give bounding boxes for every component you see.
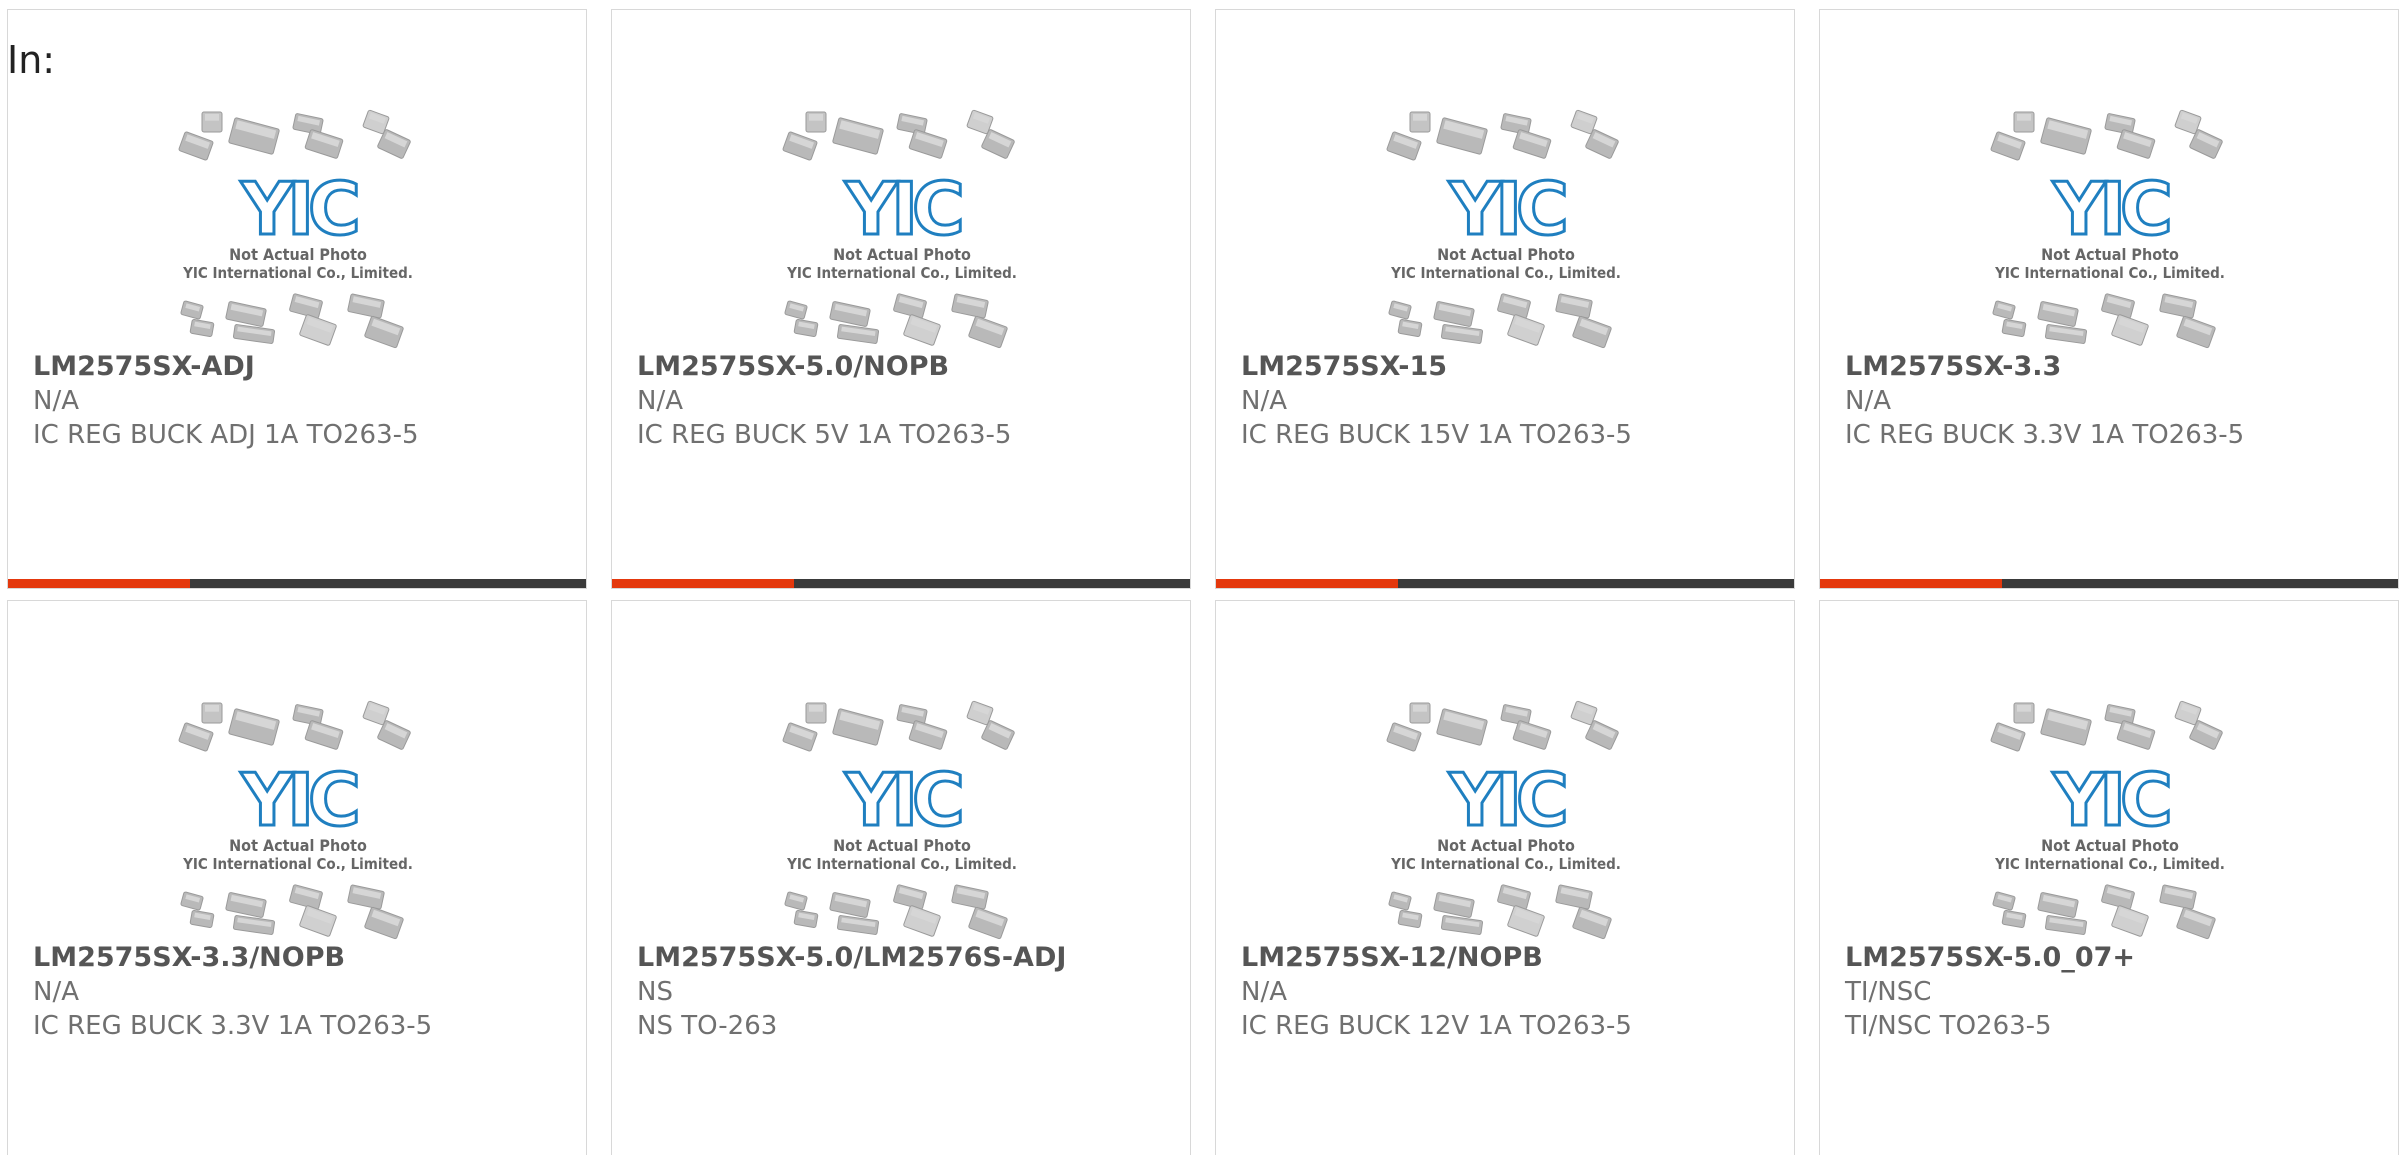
description: IC REG BUCK 15V 1A TO263-5 — [1241, 420, 1632, 450]
placeholder-image: YICNot Actual PhotoYIC International Co.… — [782, 109, 1017, 349]
product-card[interactable]: YIC Not Actual Photo YIC International Co.… — [1819, 9, 2399, 589]
description: IC REG BUCK 12V 1A TO263-5 — [1241, 1011, 1632, 1041]
product-thumbnail[interactable]: YIC Not Actual Photo YIC International Co.… — [1970, 92, 2250, 352]
svg-text:YIC International Co., Limited: YIC International Co., Limited. — [1994, 264, 2225, 282]
product-thumbnail[interactable]: YIC Not Actual Photo YIC International Co.… — [158, 683, 438, 943]
product-thumbnail[interactable]: YIC Not Actual Photo YIC International Co.… — [762, 683, 1042, 943]
svg-text:YIC International Co., Limited: YIC International Co., Limited. — [182, 264, 413, 282]
placeholder-image: YICNot Actual PhotoYIC International Co.… — [1386, 700, 1621, 940]
product-info: LM2575SX-12/NOPB N/A IC REG BUCK 12V 1A … — [1241, 941, 1781, 1043]
product-info: LM2575SX-15 N/A IC REG BUCK 15V 1A TO263… — [1241, 350, 1781, 452]
svg-text:Not Actual Photo: Not Actual Photo — [1437, 245, 1575, 264]
part-number-link[interactable]: LM2575SX-ADJ — [33, 350, 573, 384]
svg-text:Not Actual Photo: Not Actual Photo — [833, 245, 971, 264]
placeholder-image: YICNot Actual PhotoYIC International Co.… — [178, 700, 413, 940]
description: TI/NSC TO263-5 — [1845, 1011, 2052, 1041]
product-card[interactable]: YIC Not Actual Photo YIC International Co.… — [1215, 9, 1795, 589]
product-info: LM2575SX-5.0/NOPB N/A IC REG BUCK 5V 1A … — [637, 350, 1177, 452]
svg-text:YIC: YIC — [1448, 758, 1565, 842]
description: NS TO-263 — [637, 1011, 778, 1041]
part-number-link[interactable]: LM2575SX-5.0/NOPB — [637, 350, 1177, 384]
product-thumbnail[interactable]: YIC Not Actual Photo YIC International Co.… — [1366, 683, 1646, 943]
product-thumbnail[interactable]: YIC Not Actual Photo YIC International Co.… — [158, 92, 438, 352]
part-number-link[interactable]: LM2575SX-3.3/NOPB — [33, 941, 573, 975]
svg-text:Not Actual Photo: Not Actual Photo — [2041, 836, 2179, 855]
product-info: LM2575SX-3.3 N/A IC REG BUCK 3.3V 1A TO2… — [1845, 350, 2385, 452]
card-accent-bar — [1820, 579, 2398, 588]
product-grid: YIC Not Actual Photo YIC International Co.… — [7, 9, 2399, 1155]
manufacturer: N/A — [33, 977, 79, 1007]
manufacturer: N/A — [33, 386, 79, 416]
filter-label: In: — [7, 38, 56, 82]
svg-text:YIC: YIC — [2052, 758, 2169, 842]
svg-text:YIC: YIC — [240, 758, 357, 842]
placeholder-image: YICNot Actual PhotoYIC International Co.… — [1386, 109, 1621, 349]
card-accent-bar — [8, 579, 586, 588]
description: IC REG BUCK 3.3V 1A TO263-5 — [33, 1011, 433, 1041]
description: IC REG BUCK 5V 1A TO263-5 — [637, 420, 1012, 450]
manufacturer: N/A — [1241, 977, 1287, 1007]
placeholder-image: YICNot Actual PhotoYIC International Co.… — [1990, 700, 2225, 940]
svg-text:YIC International Co., Limited: YIC International Co., Limited. — [786, 855, 1017, 873]
svg-text:YIC International Co., Limited: YIC International Co., Limited. — [1390, 855, 1621, 873]
svg-text:YIC: YIC — [844, 167, 961, 251]
svg-text:YIC: YIC — [240, 167, 357, 251]
placeholder-image: YICNot Actual PhotoYIC International Co.… — [1990, 109, 2225, 349]
manufacturer: TI/NSC — [1845, 977, 1932, 1007]
placeholder-image: YICNot Actual PhotoYIC International Co.… — [782, 700, 1017, 940]
product-card[interactable]: YIC Not Actual Photo YIC International Co.… — [611, 600, 1191, 1155]
product-info: LM2575SX-ADJ N/A IC REG BUCK ADJ 1A TO26… — [33, 350, 573, 452]
manufacturer: N/A — [1241, 386, 1287, 416]
product-card[interactable]: YIC Not Actual Photo YIC International Co.… — [7, 600, 587, 1155]
part-number-link[interactable]: LM2575SX-5.0/LM2576S-ADJ — [637, 941, 1177, 975]
card-accent-bar — [612, 579, 1190, 588]
product-card[interactable]: YIC Not Actual Photo YIC International Co.… — [1819, 600, 2399, 1155]
product-thumbnail[interactable]: YIC Not Actual Photo YIC International Co.… — [762, 92, 1042, 352]
svg-text:Not Actual Photo: Not Actual Photo — [1437, 836, 1575, 855]
part-number-link[interactable]: LM2575SX-12/NOPB — [1241, 941, 1781, 975]
svg-text:YIC International Co., Limited: YIC International Co., Limited. — [182, 855, 413, 873]
product-card[interactable]: YIC Not Actual Photo YIC International Co.… — [7, 9, 587, 589]
svg-text:YIC: YIC — [2052, 167, 2169, 251]
product-thumbnail[interactable]: YIC Not Actual Photo YIC International Co.… — [1970, 683, 2250, 943]
product-info: LM2575SX-5.0/LM2576S-ADJ NS NS TO-263 — [637, 941, 1177, 1043]
svg-text:YIC International Co., Limited: YIC International Co., Limited. — [1390, 264, 1621, 282]
product-info: LM2575SX-3.3/NOPB N/A IC REG BUCK 3.3V 1… — [33, 941, 573, 1043]
description: IC REG BUCK 3.3V 1A TO263-5 — [1845, 420, 2245, 450]
product-card[interactable]: YIC Not Actual Photo YIC International Co.… — [611, 9, 1191, 589]
placeholder-image: YICNot Actual PhotoYIC International Co.… — [178, 109, 413, 349]
svg-text:YIC International Co., Limited: YIC International Co., Limited. — [786, 264, 1017, 282]
svg-text:Not Actual Photo: Not Actual Photo — [833, 836, 971, 855]
part-number-link[interactable]: LM2575SX-5.0_07+ — [1845, 941, 2385, 975]
svg-text:Not Actual Photo: Not Actual Photo — [2041, 245, 2179, 264]
description: IC REG BUCK ADJ 1A TO263-5 — [33, 420, 419, 450]
manufacturer: N/A — [1845, 386, 1891, 416]
part-number-link[interactable]: LM2575SX-15 — [1241, 350, 1781, 384]
product-info: LM2575SX-5.0_07+ TI/NSC TI/NSC TO263-5 — [1845, 941, 2385, 1043]
product-thumbnail[interactable]: YIC Not Actual Photo YIC International Co.… — [1366, 92, 1646, 352]
product-card[interactable]: YIC Not Actual Photo YIC International Co.… — [1215, 600, 1795, 1155]
part-number-link[interactable]: LM2575SX-3.3 — [1845, 350, 2385, 384]
manufacturer: NS — [637, 977, 673, 1007]
product-listing-page: In: YIC Not Actual Photo YIC International… — [0, 0, 2400, 1155]
card-accent-bar — [1216, 579, 1794, 588]
svg-text:Not Actual Photo: Not Actual Photo — [229, 245, 367, 264]
svg-text:YIC: YIC — [1448, 167, 1565, 251]
manufacturer: N/A — [637, 386, 683, 416]
svg-text:Not Actual Photo: Not Actual Photo — [229, 836, 367, 855]
svg-text:YIC International Co., Limited: YIC International Co., Limited. — [1994, 855, 2225, 873]
svg-text:YIC: YIC — [844, 758, 961, 842]
